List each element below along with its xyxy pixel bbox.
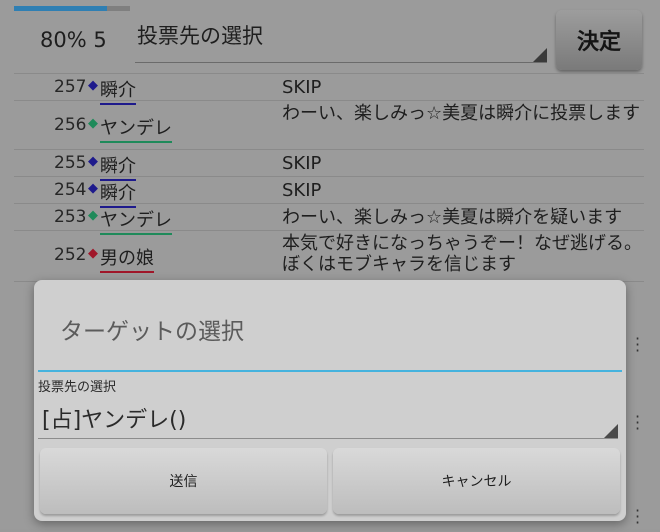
target-select-dialog: ターゲットの選択 投票先の選択 [占]ヤンデレ() 送信 キャンセル — [34, 280, 626, 521]
log-row[interactable]: 255 ◆ 瞬介 SKIP — [14, 149, 644, 181]
progress-bar — [14, 6, 130, 11]
more-vert-icon[interactable]: · · · — [635, 331, 640, 359]
log-row[interactable]: 253 ◆ ヤンデレ わーい、楽しみっ☆美夏は瞬介を疑います — [14, 203, 644, 235]
log-number: 254 — [54, 180, 87, 200]
diamond-icon: ◆ — [88, 154, 98, 169]
target-select-value: [占]ヤンデレ() — [42, 408, 187, 433]
log-number: 256 — [54, 115, 87, 135]
diamond-icon: ◆ — [88, 116, 98, 131]
diamond-icon: ◆ — [88, 246, 98, 261]
cancel-button[interactable]: キャンセル — [333, 448, 620, 514]
dropdown-caret-icon — [604, 424, 618, 438]
more-vert-icon[interactable]: · · · — [635, 409, 640, 437]
log-number: 253 — [54, 207, 87, 227]
log-message: SKIP — [282, 180, 322, 201]
diamond-icon: ◆ — [88, 181, 98, 196]
send-button[interactable]: 送信 — [40, 448, 327, 514]
log-message: わーい、楽しみっ☆美夏は瞬介を疑います — [282, 207, 623, 228]
log-number: 257 — [54, 77, 87, 97]
log-row[interactable]: 254 ◆ 瞬介 SKIP — [14, 176, 644, 208]
log-row[interactable]: 257 ◆ 瞬介 SKIP — [14, 73, 644, 105]
dropdown-caret-icon — [533, 48, 547, 62]
player-name: 男の娘 — [100, 244, 154, 273]
vote-log-list: 257 ◆ 瞬介 SKIP 256 ◆ ヤンデレ わーい、楽しみっ☆美夏は瞬介に… — [14, 73, 644, 282]
dialog-divider — [38, 370, 622, 372]
target-select[interactable]: [占]ヤンデレ() — [38, 392, 618, 439]
diamond-icon: ◆ — [88, 78, 98, 93]
log-number: 252 — [54, 245, 87, 265]
decide-button[interactable]: 決定 — [556, 10, 642, 70]
log-message: SKIP — [282, 77, 322, 98]
dialog-title: ターゲットの選択 — [60, 319, 244, 345]
diamond-icon: ◆ — [88, 208, 98, 223]
more-vert-icon[interactable]: · · · — [635, 503, 640, 531]
log-row[interactable]: 256 ◆ ヤンデレ わーい、楽しみっ☆美夏は瞬介に投票します — [14, 100, 644, 149]
log-message: わーい、楽しみっ☆美夏は瞬介に投票します — [282, 103, 641, 124]
player-name: ヤンデレ — [100, 114, 172, 143]
log-row[interactable]: 252 ◆ 男の娘 本気で好きになっちゃうぞー！なぜ逃げる。ぼくはモブキャラを信… — [14, 230, 644, 282]
vote-target-select[interactable]: 投票先の選択 — [135, 14, 547, 63]
game-screen: 80% 5 投票先の選択 決定 257 ◆ 瞬介 SKIP 256 ◆ ヤンデレ… — [0, 0, 660, 531]
vote-select-label: 投票先の選択 — [137, 24, 263, 48]
log-message: 本気で好きになっちゃうぞー！なぜ逃げる。ぼくはモブキャラを信じます — [282, 233, 642, 275]
progress-label: 80% 5 — [40, 28, 107, 52]
progress-fill — [14, 6, 107, 11]
log-message: SKIP — [282, 153, 322, 174]
log-number: 255 — [54, 153, 87, 173]
